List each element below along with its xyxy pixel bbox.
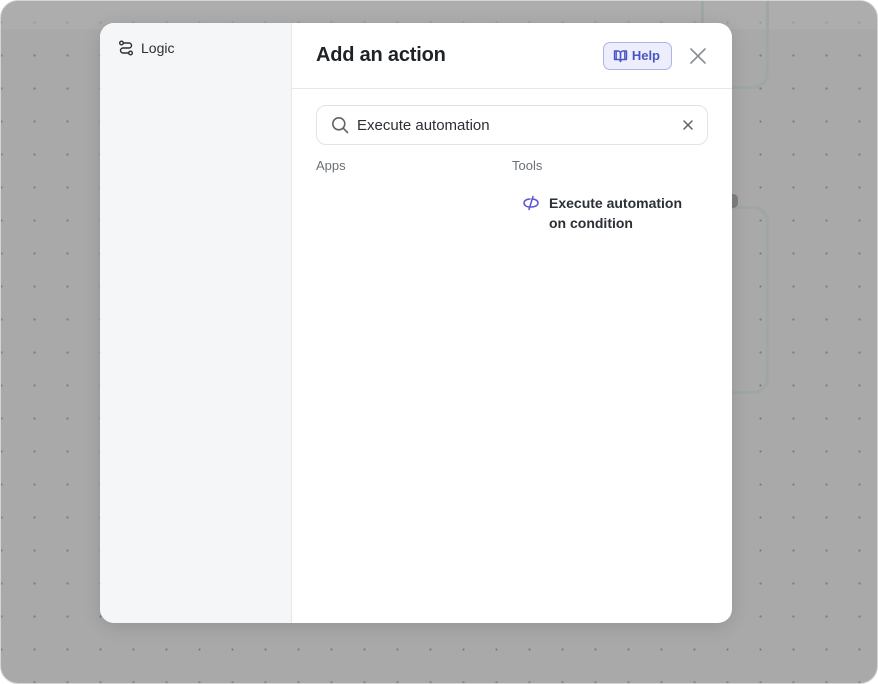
apps-column-heading: Apps (316, 158, 346, 173)
category-sidebar: Logic (100, 23, 292, 623)
tool-result-label: Execute automation on condition (549, 195, 683, 231)
close-icon (690, 47, 706, 64)
page-title: Add an action (316, 44, 446, 66)
route-icon (119, 40, 133, 56)
main-panel: Add an action Help Execute automation Ap… (292, 23, 732, 623)
book-icon (613, 49, 628, 62)
help-button[interactable]: Help (602, 41, 672, 70)
modal-header: Add an action Help (292, 23, 732, 89)
sidebar-item-label: Logic (141, 40, 175, 56)
tools-column-heading: Tools (512, 158, 543, 173)
search-input[interactable] (357, 116, 683, 134)
clear-icon[interactable] (683, 120, 693, 130)
add-action-modal: Logic Add an action Help Execute automat… (100, 23, 732, 623)
conditional-icon (523, 195, 539, 211)
search-field[interactable] (316, 105, 708, 145)
tool-result-item[interactable]: Execute automation on condition (522, 193, 702, 233)
help-button-label: Help (631, 48, 660, 63)
sidebar-item-logic[interactable]: Logic (118, 39, 291, 57)
search-icon (332, 117, 349, 134)
close-button[interactable] (688, 46, 708, 66)
